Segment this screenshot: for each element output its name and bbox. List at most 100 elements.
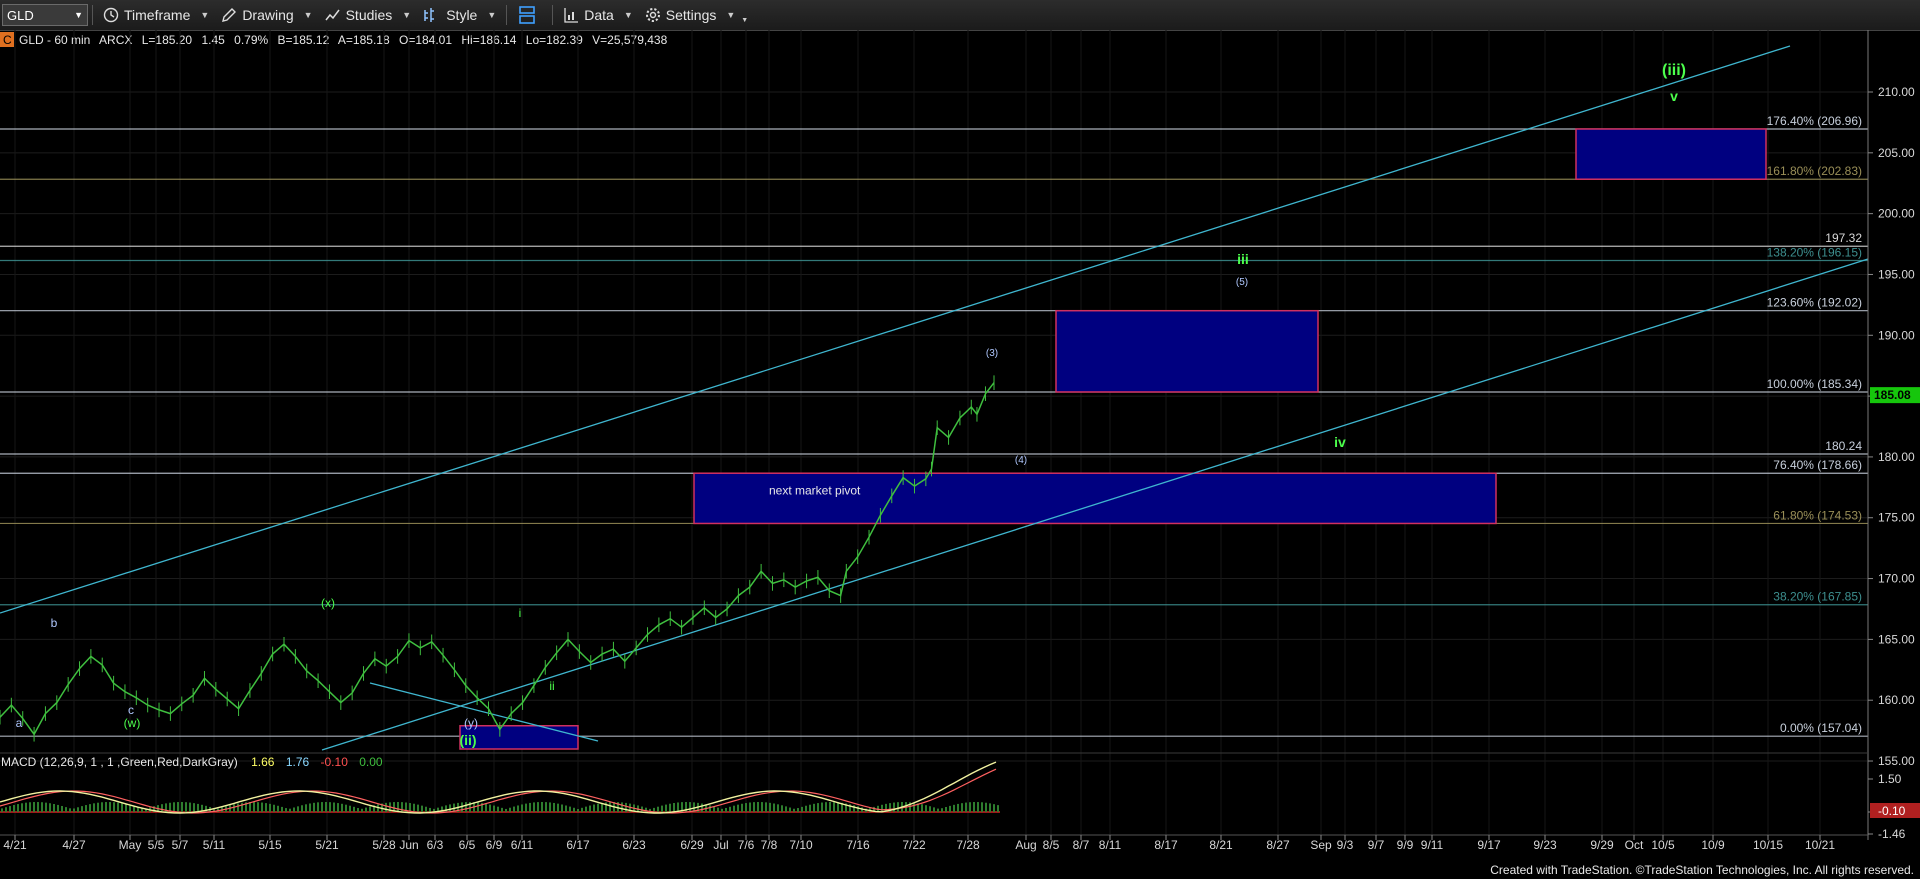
footer-credit: Created with TradeStation. ©TradeStation… bbox=[1490, 863, 1914, 877]
x-tick-label: 6/9 bbox=[486, 838, 503, 852]
settings-label: Settings bbox=[665, 7, 717, 23]
x-tick-label: 9/9 bbox=[1397, 838, 1414, 852]
x-tick-label: 6/5 bbox=[459, 838, 476, 852]
clock-icon bbox=[103, 7, 119, 23]
wave-label: (y) bbox=[464, 716, 478, 730]
fib-label: 76.40% (178.66) bbox=[1773, 458, 1862, 472]
header-low: Lo=182.39 bbox=[526, 33, 583, 47]
header-change-pct: 0.79% bbox=[234, 33, 268, 47]
x-tick-label: 9/11 bbox=[1421, 838, 1444, 852]
drawing-menu[interactable]: Drawing ▼ bbox=[215, 0, 318, 30]
target-box bbox=[1055, 309, 1319, 393]
fib-label: 123.60% (192.02) bbox=[1767, 296, 1862, 310]
x-tick-label: 4/27 bbox=[62, 838, 86, 852]
macd-value-4: 0.00 bbox=[359, 755, 383, 769]
style-menu[interactable]: Style ▼ bbox=[417, 0, 502, 30]
x-tick-label: 5/15 bbox=[258, 838, 282, 852]
studies-menu[interactable]: Studies ▼ bbox=[319, 0, 418, 30]
x-tick-label: 8/21 bbox=[1209, 838, 1233, 852]
header-high: Hi=186.14 bbox=[461, 33, 516, 47]
layout-icon bbox=[519, 6, 536, 24]
x-tick-label: 8/7 bbox=[1073, 838, 1090, 852]
drawing-label: Drawing bbox=[242, 7, 294, 23]
y-tick-label: 195.00 bbox=[1878, 267, 1915, 281]
price-axis[interactable]: 155.00 160.00 165.00 170.00 175.00 180.00 185.… bbox=[1868, 85, 1915, 768]
fibonacci-levels: 176.40% (206.96) 161.80% (202.83) 197.3213… bbox=[0, 114, 1868, 737]
y-tick-label: 155.00 bbox=[1878, 754, 1915, 768]
settings-menu[interactable]: Settings ▼ ▼ bbox=[639, 0, 754, 30]
wave-label: (3) bbox=[986, 348, 998, 359]
toolbar-separator bbox=[506, 5, 508, 25]
data-menu[interactable]: Data ▼ bbox=[557, 0, 639, 30]
timeframe-menu[interactable]: Timeframe ▼ bbox=[97, 0, 215, 30]
header-open: O=184.01 bbox=[399, 33, 452, 47]
y-tick-label: 200.00 bbox=[1878, 207, 1915, 221]
fib-label: 161.80% (202.83) bbox=[1767, 164, 1862, 178]
wave-label: (x) bbox=[321, 596, 335, 610]
studies-icon bbox=[325, 9, 340, 21]
wave-label: iii bbox=[1237, 251, 1249, 267]
x-tick-label: 8/11 bbox=[1099, 838, 1122, 852]
x-tick-label: Jul bbox=[713, 838, 728, 852]
x-tick-label: 5/5 bbox=[148, 838, 165, 852]
gear-icon bbox=[645, 8, 660, 22]
x-tick-label: 5/7 bbox=[172, 838, 189, 852]
x-tick-label: 10/21 bbox=[1805, 838, 1835, 852]
header-bid: B=185.12 bbox=[278, 33, 330, 47]
header-symbol-timeframe: GLD - 60 min bbox=[19, 33, 90, 47]
wave-label: (4) bbox=[1015, 455, 1027, 466]
macd-value-marker: -0.10 bbox=[1878, 804, 1906, 818]
y-tick-label: 160.00 bbox=[1878, 693, 1915, 707]
y-tick-label: 170.00 bbox=[1878, 572, 1915, 586]
box-label: next market pivot bbox=[769, 484, 861, 498]
fib-label: 0.00% (157.04) bbox=[1780, 721, 1862, 735]
y-tick-label: 205.00 bbox=[1878, 146, 1915, 160]
x-tick-label: 8/17 bbox=[1154, 838, 1178, 852]
x-tick-label: 7/28 bbox=[956, 838, 980, 852]
caret-down-icon: ▼ bbox=[402, 10, 412, 20]
target-boxes: next market pivot bbox=[459, 128, 1767, 750]
macd-value-3: -0.10 bbox=[321, 755, 349, 769]
header-exchange: ARCX bbox=[99, 33, 132, 47]
toolbar-separator bbox=[92, 5, 93, 25]
data-label: Data bbox=[584, 7, 614, 23]
layout-button[interactable] bbox=[511, 0, 548, 30]
x-tick-label: 5/21 bbox=[315, 838, 339, 852]
wave-label: iv bbox=[1334, 434, 1346, 450]
macd-y-tick-label: 1.50 bbox=[1878, 772, 1902, 786]
caret-down-icon: ▼ bbox=[623, 10, 633, 20]
x-tick-label: 9/17 bbox=[1477, 838, 1501, 852]
wave-label: (w) bbox=[124, 716, 141, 730]
x-tick-label: 9/29 bbox=[1590, 838, 1614, 852]
toolbar-separator bbox=[552, 5, 554, 25]
macd-header: MACD (12,26,9, 1 , 1 ,Green,Red,DarkGray… bbox=[1, 755, 383, 769]
x-tick-label: 6/11 bbox=[511, 838, 534, 852]
x-tick-label: Oct bbox=[1625, 838, 1644, 852]
wave-label: c bbox=[128, 703, 134, 717]
wave-label: (ii) bbox=[459, 732, 476, 748]
chevron-down-icon: ▼ bbox=[74, 10, 83, 20]
time-axis[interactable]: 4/21 4/27 May 5/5 5/7 5/11 5/15 5/21 5/28 Jun 6/3 6… bbox=[3, 835, 1835, 852]
x-tick-label: 9/3 bbox=[1337, 838, 1354, 852]
toolbar: GLD ▼ Timeframe ▼ Drawing ▼ Studies ▼ St… bbox=[0, 0, 1920, 31]
caret-down-icon: ▼ bbox=[487, 10, 497, 20]
y-tick-label: 180.00 bbox=[1878, 450, 1915, 464]
x-tick-label: 10/15 bbox=[1753, 838, 1783, 852]
chart-canvas[interactable]: C GLD - 60 min ARCX L=185.20 1.45 0.79% … bbox=[0, 30, 1920, 860]
timeframe-label: Timeframe bbox=[124, 7, 191, 23]
x-tick-label: 10/5 bbox=[1651, 838, 1675, 852]
fib-label: 138.20% (196.15) bbox=[1767, 245, 1862, 259]
x-tick-label: 8/27 bbox=[1266, 838, 1290, 852]
x-tick-label: 4/21 bbox=[3, 838, 27, 852]
x-tick-label: 7/16 bbox=[846, 838, 870, 852]
target-box bbox=[1575, 128, 1767, 180]
header-change: 1.45 bbox=[201, 33, 225, 47]
x-tick-label: 6/3 bbox=[427, 838, 444, 852]
x-tick-label: 5/11 bbox=[203, 838, 226, 852]
x-tick-label: 7/8 bbox=[761, 838, 778, 852]
macd-y-tick-label: -1.46 bbox=[1878, 827, 1906, 841]
symbol-selector[interactable]: GLD ▼ bbox=[2, 4, 88, 26]
data-icon bbox=[564, 8, 579, 23]
caret-down-icon: ▼ bbox=[303, 10, 313, 20]
fib-label: 176.40% (206.96) bbox=[1767, 114, 1862, 128]
